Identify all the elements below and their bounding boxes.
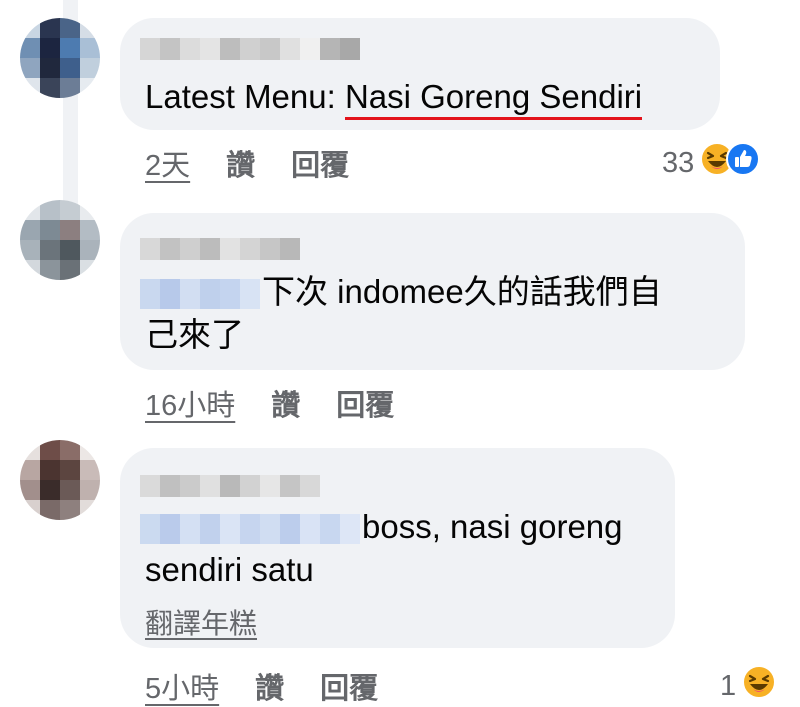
comment-actions: 2天 讚 回覆 bbox=[145, 142, 385, 184]
haha-icon bbox=[742, 665, 777, 707]
comment-timestamp[interactable]: 16小時 bbox=[145, 382, 235, 424]
like-button[interactable]: 讚 bbox=[271, 382, 300, 424]
comment-text-prefix: Latest Menu: bbox=[145, 78, 345, 115]
commenter-name-redacted[interactable] bbox=[140, 238, 300, 260]
avatar[interactable] bbox=[20, 18, 100, 98]
comment-timestamp[interactable]: 5小時 bbox=[145, 665, 219, 707]
comment-text: Latest Menu: Nasi Goreng Sendiri bbox=[145, 75, 643, 120]
reaction-summary[interactable]: 1 bbox=[720, 665, 777, 707]
comment-text-line-1: boss, nasi goreng bbox=[140, 505, 623, 549]
translate-link[interactable]: 翻譯年糕 bbox=[145, 602, 257, 642]
comment-actions: 16小時 讚 回覆 bbox=[145, 382, 430, 424]
like-button[interactable]: 讚 bbox=[255, 665, 284, 707]
reaction-summary[interactable]: 33 bbox=[662, 142, 761, 184]
avatar[interactable] bbox=[20, 200, 100, 280]
commenter-name-redacted[interactable] bbox=[140, 38, 360, 60]
reaction-count: 33 bbox=[662, 146, 695, 179]
comment-text-line-2: 己來了 bbox=[145, 316, 244, 353]
reply-button[interactable]: 回覆 bbox=[336, 382, 394, 424]
comment-text-line-2: sendiri satu bbox=[145, 551, 314, 588]
reply-button[interactable]: 回覆 bbox=[291, 142, 349, 184]
mentioned-name-redacted[interactable] bbox=[140, 514, 360, 544]
like-icon bbox=[726, 142, 761, 184]
mentioned-name-redacted[interactable] bbox=[140, 279, 260, 309]
like-button[interactable]: 讚 bbox=[226, 142, 255, 184]
reaction-count: 1 bbox=[720, 669, 737, 702]
avatar[interactable] bbox=[20, 440, 100, 520]
reply-button[interactable]: 回覆 bbox=[320, 665, 378, 707]
highlighted-text: Nasi Goreng Sendiri bbox=[344, 78, 643, 120]
comment-timestamp[interactable]: 2天 bbox=[145, 142, 190, 184]
comment-actions: 5小時 讚 回覆 bbox=[145, 665, 414, 707]
comment-text-line-1: 下次 indomee久的話我們自 bbox=[140, 270, 662, 314]
commenter-name-redacted[interactable] bbox=[140, 475, 320, 497]
